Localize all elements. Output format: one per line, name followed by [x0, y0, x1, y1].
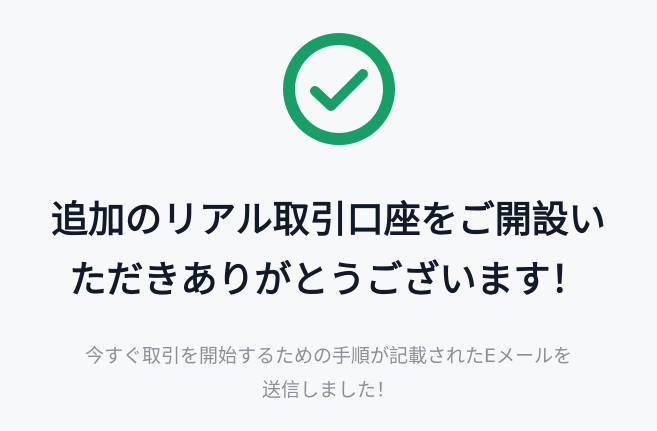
- account-opened-confirmation-screen: 追加のリアル取引口座をご開設い ただきありがとうございます！ 今すぐ取引を開始す…: [0, 0, 657, 431]
- success-title-line-2: ただきありがとうございます！: [69, 258, 588, 301]
- success-title: 追加のリアル取引口座をご開設い ただきありがとうございます！: [22, 190, 635, 310]
- email-sent-message-line-1: 今すぐ取引を開始するための手順が記載されたEメールを: [84, 345, 572, 367]
- success-title-line-1: 追加のリアル取引口座をご開設い: [51, 198, 606, 241]
- check-circle-icon: [281, 31, 397, 147]
- email-sent-message: 今すぐ取引を開始するための手順が記載されたEメールを 送信しました！: [28, 339, 629, 407]
- email-sent-message-line-2: 送信しました！: [261, 379, 395, 401]
